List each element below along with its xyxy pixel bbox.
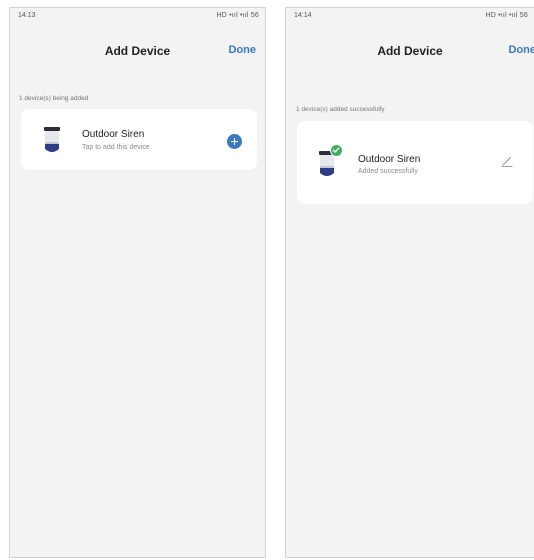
done-button[interactable]: Done: [509, 44, 534, 56]
status-time: 14:13: [18, 12, 36, 19]
device-subtitle: Tap to add this device: [82, 144, 150, 151]
siren-icon: [44, 127, 60, 152]
page-title: Add Device: [104, 44, 171, 58]
pencil-edit-icon[interactable]: [500, 154, 514, 168]
section-label: 1 device(s) being added: [19, 95, 89, 102]
status-bar: 14:14 HD •ııl •ııl 56: [294, 12, 528, 24]
section-label: 1 device(s) added successfully: [296, 106, 385, 113]
check-circle-icon: [330, 144, 343, 157]
plus-circle-icon[interactable]: [227, 134, 242, 149]
status-time: 14:14: [294, 12, 312, 19]
screen-added: 14:14 HD •ııl •ııl 56 Add Device Done 1 …: [285, 7, 534, 558]
page-title: Add Device: [377, 44, 443, 58]
screenshot-canvas: 14:13 HD •ııl •ııl 56 Add Device Done 1 …: [0, 0, 534, 560]
screen-adding: 14:13 HD •ııl •ııl 56 Add Device Done 1 …: [9, 7, 266, 558]
device-subtitle: Added successfully: [358, 168, 418, 175]
device-name: Outdoor Siren: [358, 154, 421, 165]
status-indicators: HD •ııl •ııl 56: [216, 12, 259, 19]
siren-icon-wrapper: [318, 144, 343, 179]
status-bar: 14:13 HD •ııl •ııl 56: [18, 12, 259, 24]
device-card[interactable]: Outdoor Siren Tap to add this device: [21, 109, 257, 170]
device-name: Outdoor Siren: [82, 129, 145, 140]
device-card[interactable]: Outdoor Siren Added successfully: [297, 121, 533, 204]
done-button[interactable]: Done: [229, 44, 257, 56]
status-indicators: HD •ııl •ııl 56: [485, 12, 528, 19]
